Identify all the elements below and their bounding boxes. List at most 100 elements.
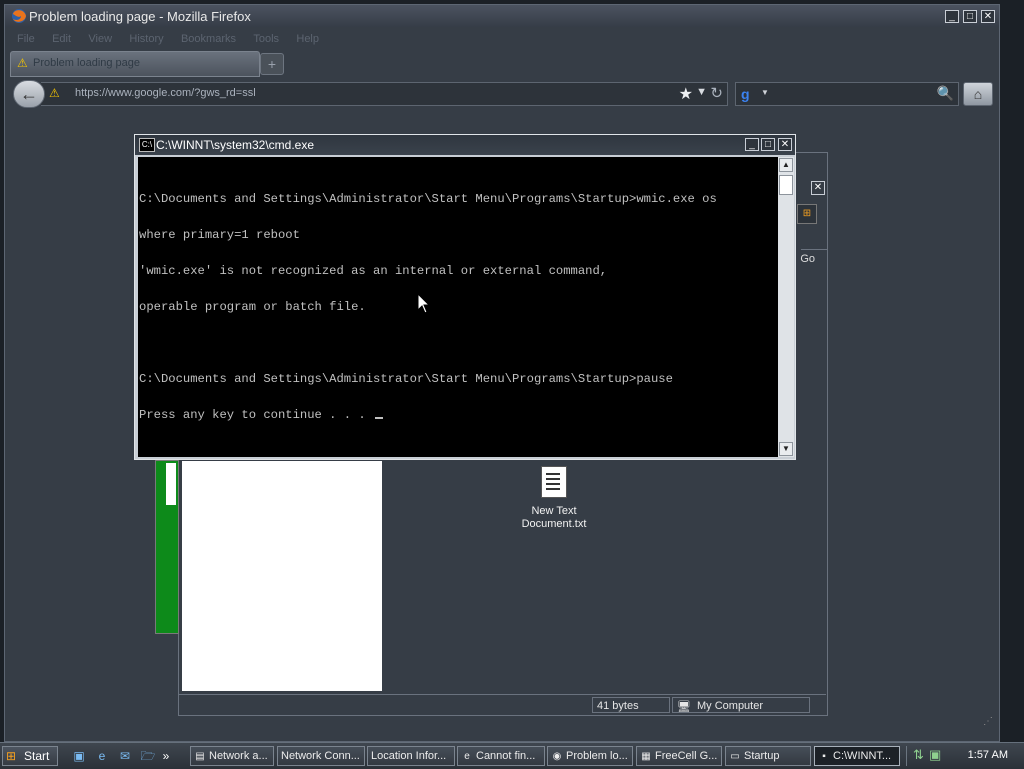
- explorer-icon[interactable]: 🗁: [139, 747, 157, 765]
- cmd-close-button[interactable]: ✕: [778, 138, 792, 151]
- cmd-maximize-button[interactable]: □: [761, 138, 775, 151]
- cmd-icon: C:\: [139, 138, 155, 152]
- dropdown-arrow-icon[interactable]: ▼: [761, 88, 769, 97]
- menu-file[interactable]: File: [17, 33, 35, 45]
- url-bar[interactable]: ⚠ https://www.google.com/?gws_rd=ssl ★ ▼…: [41, 82, 728, 106]
- task-label: Startup: [744, 750, 780, 762]
- search-bar[interactable]: g ▼ 🔍: [735, 82, 959, 106]
- google-icon[interactable]: g: [741, 86, 750, 102]
- task-label: Network Conn...: [281, 750, 360, 762]
- menu-bookmarks[interactable]: Bookmarks: [181, 33, 236, 45]
- desktop-item-new-text-document[interactable]: New Text Document.txt: [518, 466, 590, 531]
- tab-bar: ⚠ Problem loading page +: [5, 49, 999, 77]
- task-label: C:\WINNT...: [833, 750, 892, 762]
- reload-icon[interactable]: ↻: [710, 84, 723, 102]
- cmd-scrollbar[interactable]: ▲ ▼: [778, 157, 794, 457]
- console-line: Press any key to continue . . .: [139, 408, 374, 422]
- firefox-logo-icon: [12, 9, 26, 23]
- task-label: Cannot fin...: [476, 750, 536, 762]
- desktop-item-label: New Text Document.txt: [521, 505, 587, 530]
- warning-icon: ⚠: [17, 56, 28, 70]
- chevron-right-icon[interactable]: »: [162, 747, 170, 765]
- start-label: Start: [24, 749, 50, 763]
- clock[interactable]: 1:57 AM: [968, 749, 1008, 761]
- scroll-down-icon[interactable]: ▼: [779, 442, 793, 456]
- task-label: Network a...: [209, 750, 268, 762]
- scroll-thumb[interactable]: [779, 175, 793, 195]
- explorer-close-button[interactable]: ✕: [811, 181, 825, 195]
- menu-history[interactable]: History: [129, 33, 163, 45]
- console-line: where primary=1 reboot: [139, 228, 300, 242]
- green-panel: [155, 460, 179, 634]
- text-cursor: [375, 417, 384, 419]
- scroll-thumb[interactable]: [166, 463, 176, 505]
- dropdown-arrow-icon[interactable]: ▼: [696, 86, 707, 98]
- menu-bar: File Edit View History Bookmarks Tools H…: [5, 29, 999, 47]
- menu-tools[interactable]: Tools: [253, 33, 279, 45]
- task-network-connections[interactable]: Network Conn...: [277, 746, 365, 766]
- taskbar: ⊞ Start ▣ e ✉ 🗁 » ▤ Network a... Network Conn…: [0, 742, 1024, 769]
- volume-tray-icon[interactable]: ▣: [929, 747, 941, 763]
- task-label: Location Infor...: [371, 750, 447, 762]
- go-button[interactable]: Go: [800, 253, 815, 265]
- window-title: Problem loading page - Mozilla Firefox: [29, 9, 251, 24]
- task-location-information[interactable]: Location Infor...: [367, 746, 455, 766]
- cmd-icon: ▪: [822, 751, 826, 762]
- console-prompt-line: Press any key to continue . . .: [139, 409, 778, 421]
- resize-grip-icon[interactable]: ⋰: [983, 716, 995, 728]
- computer-icon: 🖥: [677, 701, 691, 713]
- console-line: C:\Documents and Settings\Administrator\…: [139, 192, 717, 206]
- task-problem-loading[interactable]: ◉ Problem lo...: [547, 746, 633, 766]
- cmd-minimize-button[interactable]: _: [745, 138, 759, 151]
- cmd-title: C:\WINNT\system32\cmd.exe: [156, 138, 315, 152]
- divider: [801, 249, 827, 250]
- search-icon[interactable]: 🔍: [937, 85, 954, 102]
- left-pane: [182, 461, 382, 691]
- windows-flag-icon: ⊞: [6, 749, 17, 763]
- console-line: C:\Documents and Settings\Administrator\…: [139, 372, 673, 386]
- start-button[interactable]: ⊞ Start: [2, 746, 58, 766]
- navigation-bar: ⚠ https://www.google.com/?gws_rd=ssl ★ ▼…: [5, 77, 999, 109]
- explorer-status-bar: 41 bytes 🖥 My Computer: [178, 694, 826, 715]
- tab-problem-loading[interactable]: ⚠ Problem loading page: [10, 51, 260, 77]
- task-label: Problem lo...: [566, 750, 628, 762]
- cmd-title-bar[interactable]: C:\ C:\WINNT\system32\cmd.exe: [135, 135, 795, 155]
- task-cmd[interactable]: ▪ C:\WINNT...: [814, 746, 900, 766]
- ie-icon: e: [464, 751, 470, 762]
- menu-edit[interactable]: Edit: [52, 33, 71, 45]
- status-zone: 🖥 My Computer: [672, 697, 810, 713]
- network-tray-icon[interactable]: ⇅: [913, 747, 924, 763]
- task-freecell[interactable]: ▦ FreeCell G...: [636, 746, 722, 766]
- firefox-title-bar[interactable]: Problem loading page - Mozilla Firefox _…: [5, 5, 999, 27]
- task-network-a[interactable]: ▤ Network a...: [190, 746, 274, 766]
- task-label: FreeCell G...: [655, 750, 718, 762]
- close-button[interactable]: ✕: [981, 10, 995, 23]
- ie-icon[interactable]: e: [93, 747, 111, 765]
- system-tray: ⇅ ▣ 1:57 AM: [906, 746, 1024, 766]
- show-desktop-icon[interactable]: ▣: [70, 747, 88, 765]
- maximize-button[interactable]: □: [963, 10, 977, 23]
- star-icon[interactable]: ★: [679, 84, 693, 104]
- url-text: https://www.google.com/?gws_rd=ssl: [75, 87, 256, 99]
- menu-view[interactable]: View: [88, 33, 112, 45]
- menu-help[interactable]: Help: [296, 33, 319, 45]
- back-arrow-icon: ←: [20, 84, 38, 104]
- back-button[interactable]: ←: [13, 80, 45, 108]
- status-zone-label: My Computer: [697, 700, 764, 712]
- console-output[interactable]: C:\Documents and Settings\Administrator\…: [138, 157, 778, 457]
- home-button[interactable]: ⌂: [963, 82, 993, 106]
- outlook-icon[interactable]: ✉: [116, 747, 134, 765]
- task-startup[interactable]: ▭ Startup: [725, 746, 811, 766]
- minimize-button[interactable]: _: [945, 10, 959, 23]
- cmd-window: C:\ C:\WINNT\system32\cmd.exe _ □ ✕ C:\D…: [134, 134, 796, 460]
- console-line: operable program or batch file.: [139, 300, 366, 314]
- console-line: 'wmic.exe' is not recognized as an inter…: [139, 264, 608, 278]
- status-size: 41 bytes: [592, 697, 670, 713]
- task-cannot-find[interactable]: e Cannot fin...: [457, 746, 545, 766]
- new-tab-button[interactable]: +: [260, 53, 284, 75]
- scroll-up-icon[interactable]: ▲: [779, 158, 793, 172]
- folder-icon: ▭: [730, 751, 740, 762]
- text-document-icon: [541, 466, 567, 498]
- windows-logo-icon: ⊞: [797, 204, 817, 224]
